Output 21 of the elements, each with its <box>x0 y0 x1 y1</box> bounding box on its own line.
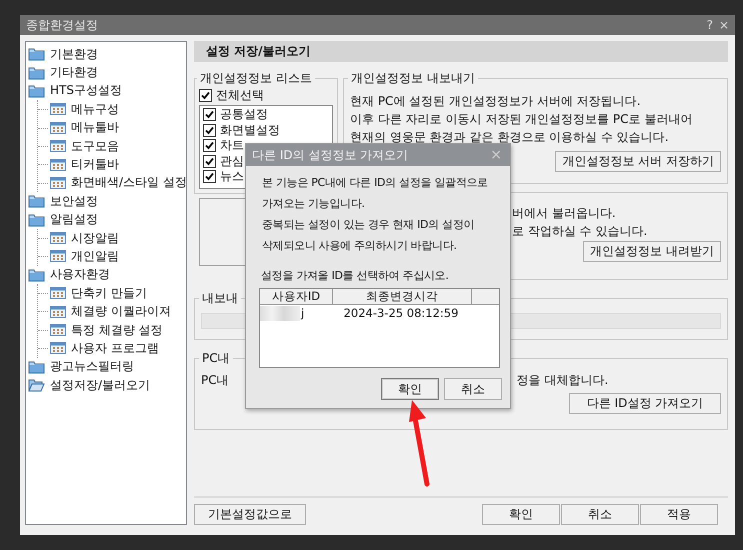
description-text: 가져오는 기능입니다. <box>262 196 366 212</box>
description-text: 현재 PC에 설정된 개인설정정보가 서버에 저장됩니다. <box>350 93 642 110</box>
section-title: 설정 저장/불러오기 <box>206 43 311 60</box>
description-text: 정을 대체합니다. <box>516 372 608 388</box>
window-title: 종합환경설정 <box>26 16 98 34</box>
description-text: 로 작업하실 수 있습니다. <box>512 223 648 240</box>
dialog-title: 다른 ID의 설정정보 가져오기 <box>252 146 408 164</box>
group-title: 내보내 <box>201 290 239 307</box>
description-text: PC내 <box>201 372 229 388</box>
prompt-text: 설정을 가져올 ID를 선택하여 주십시오. <box>261 268 450 284</box>
description-text: 삭제되오니 사용에 주의하시기 바랍니다. <box>262 238 458 254</box>
group-title: 개인설정정보 내보내기 <box>350 70 476 87</box>
group-title: 개인설정정보 리스트 <box>199 70 313 87</box>
table-cell-text: 2024-3-25 08:12:59 <box>342 306 460 320</box>
description-text: 현재의 영웅문 환경과 같은 환경으로 이용하실 수 있습니다. <box>350 129 670 146</box>
description-text: 이후 다른 자리로 이동시 저장된 개인설정정보를 PC로 불러내어 <box>350 111 694 128</box>
description-text: 본 기능은 PC내에 다른 ID의 설정을 일괄적으로 <box>262 175 489 191</box>
group-title: PC내 <box>201 350 231 367</box>
description-text: 중복되는 설정이 있는 경우 현재 ID의 설정이 <box>262 217 476 233</box>
table-cell: j <box>301 306 304 320</box>
description-text: 버에서 불러옵니다. <box>512 205 617 222</box>
